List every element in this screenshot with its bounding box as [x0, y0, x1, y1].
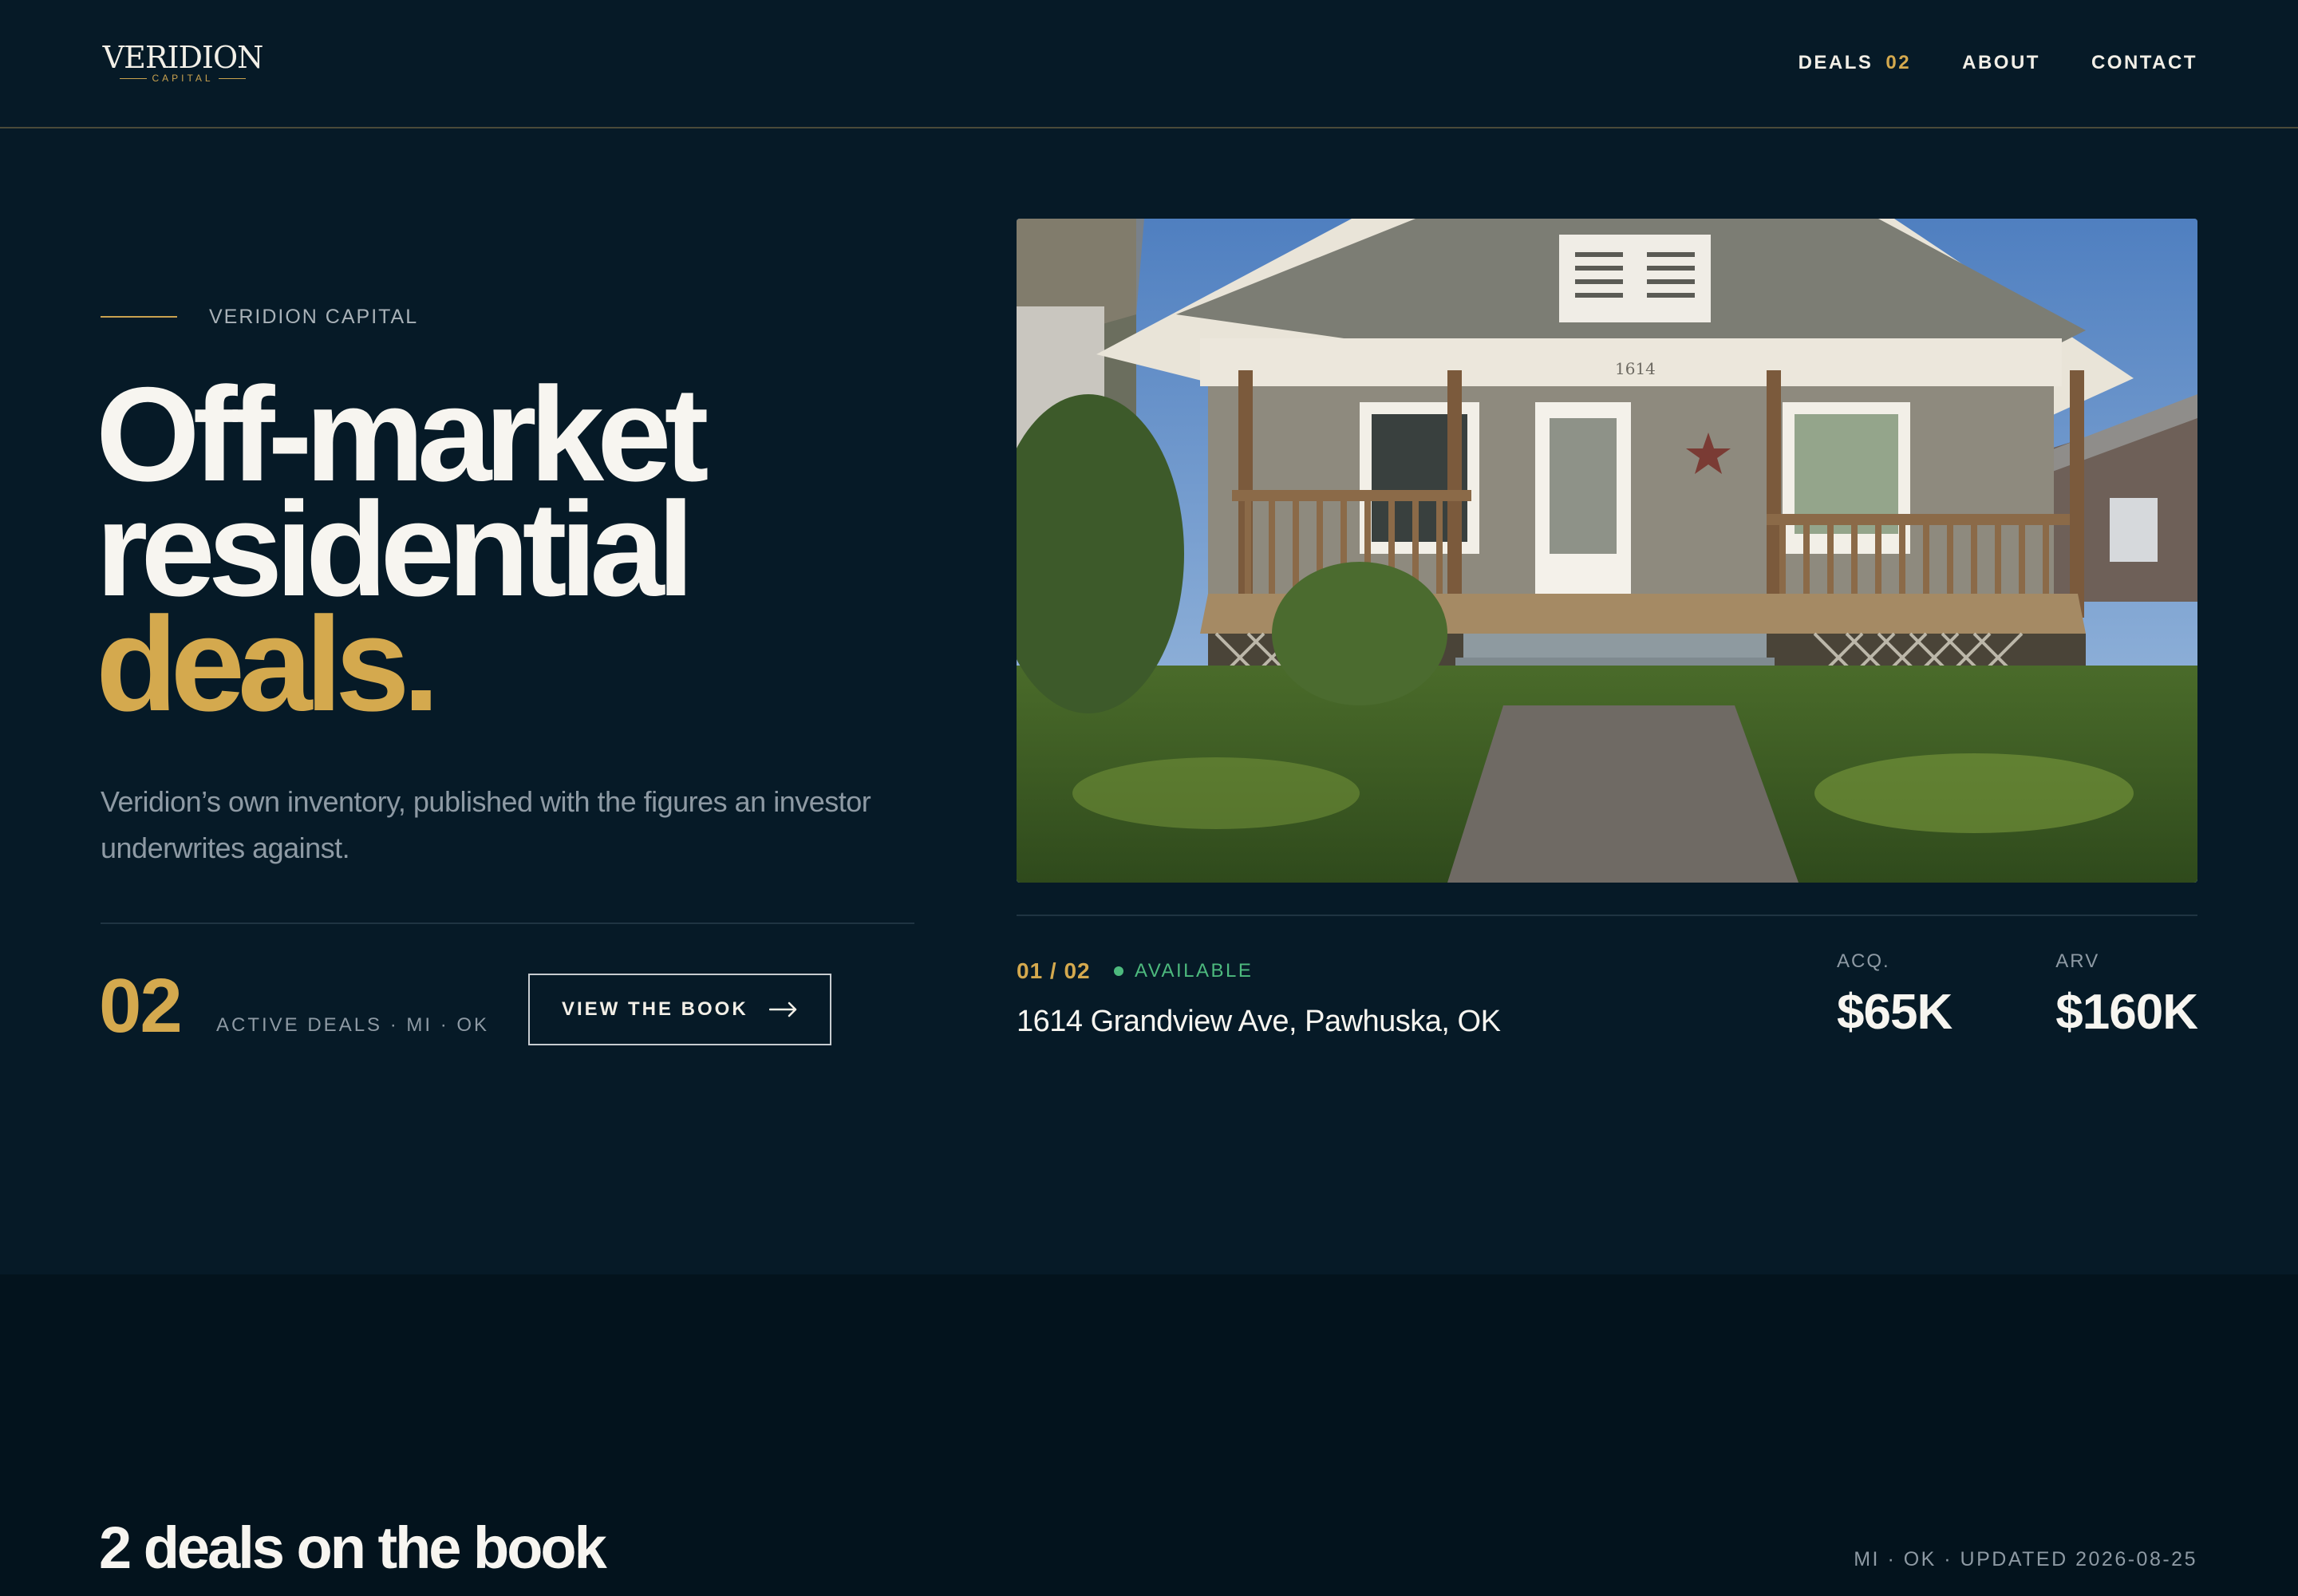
hero-divider [101, 922, 914, 924]
book-title: 2 deals on the book [99, 1515, 607, 1581]
active-deal-count-label: ACTIVE DEALS · MI · OK [216, 1014, 490, 1036]
house-illustration: 1614 [1017, 219, 2197, 883]
nav-about[interactable]: ABOUT [1962, 51, 2040, 75]
nav-deals-count: 02 [1885, 52, 1912, 73]
house-number: 1614 [1615, 359, 1656, 378]
acq-value: $65K [1837, 985, 1953, 1040]
logo-wordmark: VERIDION [102, 40, 264, 75]
acq-label: ACQ. [1837, 950, 1890, 972]
hero-headline: Off-market residential deals. [96, 367, 942, 731]
hero-eyebrow: VERIDION CAPITAL [101, 305, 418, 329]
acquisition-metric: ACQ. $65K [1837, 950, 1953, 1042]
hero-lede: Veridion’s own inventory, published with… [101, 785, 871, 864]
view-the-book-button[interactable]: VIEW THE BOOK [528, 974, 831, 1045]
book-meta: MI · OK · UPDATED 2026-08-25 [1854, 1548, 2197, 1570]
eyebrow-rule [101, 316, 177, 318]
featured-status-badge: AVAILABLE [1114, 958, 1253, 985]
nav-deals[interactable]: DEALS 02 [1799, 51, 1912, 75]
main-nav: DEALS 02 ABOUT CONTACT [1799, 51, 2197, 75]
nav-deals-label: DEALS [1798, 52, 1874, 73]
featured-address[interactable]: 1614 Grandview Ave, Pawhuska, OK [1017, 1002, 1501, 1041]
nav-contact[interactable]: CONTACT [2091, 51, 2197, 75]
featured-divider [1017, 915, 2197, 916]
featured-property-photo[interactable]: 1614 [1017, 219, 2197, 883]
logo-subtitle: CAPITAL [101, 72, 265, 85]
arv-metric: ARV $160K [2055, 950, 2198, 1042]
eyebrow-text: VERIDION CAPITAL [209, 306, 419, 328]
deal-book-section: 2 deals on the book MI · OK · UPDATED 20… [0, 1274, 2298, 1596]
status-dot-icon [1114, 966, 1123, 976]
veridion-logo[interactable]: VERIDION CAPITAL [101, 41, 265, 86]
featured-status-text: AVAILABLE [1135, 960, 1254, 982]
arv-value: $160K [2055, 985, 2198, 1040]
arrow-right-icon [769, 1001, 797, 1017]
featured-index: 01 / 02 [1017, 958, 1091, 983]
arv-label: ARV [2055, 950, 2100, 972]
active-deal-count: 02 [99, 963, 183, 1049]
site-header: VERIDION CAPITAL DEALS 02 ABOUT CONTACT [0, 0, 2298, 128]
view-the-book-label: VIEW THE BOOK [562, 998, 748, 1020]
